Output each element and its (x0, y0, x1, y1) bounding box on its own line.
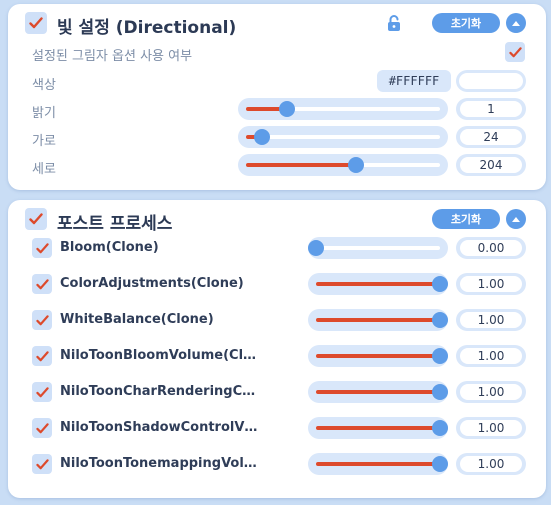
check-icon (29, 17, 43, 29)
brightness-slider[interactable] (238, 98, 448, 120)
post-item-slider[interactable] (308, 345, 448, 367)
post-item-checkbox[interactable] (32, 310, 52, 330)
check-icon (35, 242, 49, 253)
color-swatch[interactable] (456, 70, 526, 92)
check-icon (35, 350, 49, 361)
post-item-value[interactable]: 1.00 (456, 345, 526, 367)
color-hex-field[interactable]: #FFFFFF (377, 70, 451, 92)
shadow-option-label: 설정된 그림자 옵션 사용 여부 (32, 49, 193, 64)
check-icon (35, 278, 49, 289)
post-item-value[interactable]: 0.00 (456, 237, 526, 259)
post-item-checkbox[interactable] (32, 346, 52, 366)
slider-knob[interactable] (254, 129, 271, 145)
light-reset-button[interactable]: 초기화 (432, 13, 500, 33)
post-collapse-button[interactable] (506, 209, 526, 229)
post-process-panel: 포스트 프로세스 초기화 Bloom(Clone) 0.00 ColorAdjust… (8, 200, 546, 498)
post-item-value-text[interactable]: 1.00 (460, 456, 522, 472)
post-panel-title: 포스트 프로세스 (57, 214, 173, 234)
post-item-slider[interactable] (308, 309, 448, 331)
slider-knob[interactable] (347, 157, 364, 173)
post-item-checkbox[interactable] (32, 382, 52, 402)
light-panel-title: 빛 설정 (Directional) (57, 18, 237, 38)
check-icon (35, 458, 49, 469)
post-item-checkbox[interactable] (32, 454, 52, 474)
vertical-slider[interactable] (238, 154, 448, 176)
post-item-value[interactable]: 1.00 (456, 309, 526, 331)
post-item-checkbox[interactable] (32, 418, 52, 438)
brightness-value[interactable]: 1 (456, 98, 526, 120)
horizontal-label: 가로 (32, 134, 56, 149)
vertical-label: 세로 (32, 162, 56, 177)
slider-knob[interactable] (432, 312, 448, 328)
post-item-slider[interactable] (308, 417, 448, 439)
light-enable-checkbox[interactable] (25, 12, 47, 34)
post-item-slider[interactable] (308, 453, 448, 475)
color-label: 색상 (32, 78, 56, 93)
brightness-value-text[interactable]: 1 (460, 101, 522, 117)
chevron-up-icon (512, 20, 520, 26)
post-item-label: NiloToonBloomVolume(Cl… (60, 348, 257, 363)
post-enable-checkbox[interactable] (25, 208, 47, 230)
post-item-value[interactable]: 1.00 (456, 381, 526, 403)
post-item-label: WhiteBalance(Clone) (60, 312, 214, 327)
brightness-label: 밝기 (32, 106, 56, 121)
slider-knob[interactable] (432, 420, 448, 436)
vertical-value[interactable]: 204 (456, 154, 526, 176)
horizontal-slider[interactable] (238, 126, 448, 148)
post-item-value[interactable]: 1.00 (456, 417, 526, 439)
post-item-label: ColorAdjustments(Clone) (60, 276, 244, 291)
horizontal-value-text[interactable]: 24 (460, 129, 522, 145)
lock-icon[interactable] (386, 14, 402, 36)
post-item-slider[interactable] (308, 273, 448, 295)
post-item-label: NiloToonTonemappingVol… (60, 456, 257, 471)
post-item-value-text[interactable]: 1.00 (460, 384, 522, 400)
vertical-value-text[interactable]: 204 (460, 157, 522, 173)
post-item-value-text[interactable]: 1.00 (460, 276, 522, 292)
post-item-checkbox[interactable] (32, 238, 52, 258)
slider-knob[interactable] (432, 384, 448, 400)
shadow-option-checkbox[interactable] (505, 42, 525, 62)
slider-knob[interactable] (432, 456, 448, 472)
post-item-label: Bloom(Clone) (60, 240, 159, 255)
slider-knob[interactable] (432, 348, 448, 364)
post-item-value-text[interactable]: 1.00 (460, 312, 522, 328)
post-item-checkbox[interactable] (32, 274, 52, 294)
light-collapse-button[interactable] (506, 13, 526, 33)
slider-knob[interactable] (278, 101, 295, 117)
post-item-value[interactable]: 1.00 (456, 273, 526, 295)
light-settings-panel: 빛 설정 (Directional) 초기화 설정된 그림자 옵션 사용 여부 … (8, 4, 546, 190)
post-item-label: NiloToonShadowControlV… (60, 420, 258, 435)
slider-knob[interactable] (432, 276, 448, 292)
chevron-up-icon (512, 216, 520, 222)
post-item-value-text[interactable]: 0.00 (460, 240, 522, 256)
post-item-value-text[interactable]: 1.00 (460, 348, 522, 364)
slider-knob[interactable] (308, 240, 324, 256)
horizontal-value[interactable]: 24 (456, 126, 526, 148)
post-item-value-text[interactable]: 1.00 (460, 420, 522, 436)
check-icon (508, 46, 522, 57)
post-item-label: NiloToonCharRenderingC… (60, 384, 256, 399)
post-reset-button[interactable]: 초기화 (432, 209, 500, 229)
post-item-slider[interactable] (308, 237, 448, 259)
check-icon (29, 213, 43, 225)
color-swatch-fill (459, 73, 523, 89)
check-icon (35, 314, 49, 325)
check-icon (35, 422, 49, 433)
post-item-value[interactable]: 1.00 (456, 453, 526, 475)
check-icon (35, 386, 49, 397)
post-item-slider[interactable] (308, 381, 448, 403)
